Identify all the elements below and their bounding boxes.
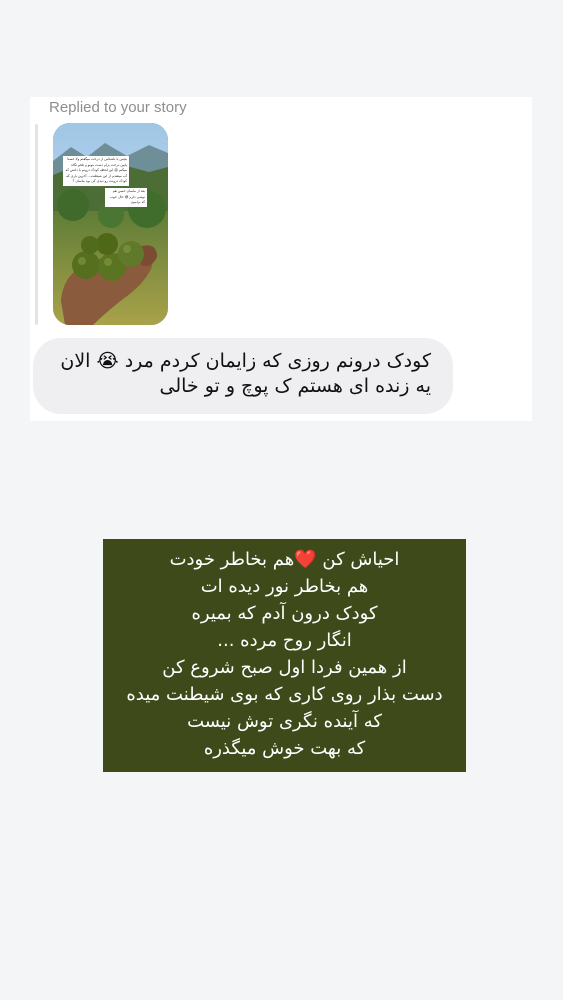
quote-line: هم بخاطر نور دیده ات (200, 576, 369, 597)
quote-line: که آینده نگری توش نیست (187, 711, 382, 732)
story-reply-card: Replied to your story بچش یا ناشناس از د… (30, 97, 532, 421)
quote-card: احیاش کن ❤️هم بخاطر خودت هم بخاطر نور دی… (103, 539, 466, 772)
replied-to-story-label: Replied to your story (49, 99, 187, 116)
message-text: کودک درونم روزی که زایمان کردم مرد 😭 الا… (60, 350, 431, 397)
quote-line: احیاش کن ❤️هم بخاطر خودت (169, 549, 400, 570)
story-preview-caption-tail: بعد از ماسان حسن هم نوشی دارم 😅 حال خوب … (105, 188, 147, 207)
quote-line: که بهت خوش میگذره (203, 738, 366, 759)
quote-line: کودک درون آدم که بمیره (191, 603, 378, 624)
quote-line: دست بذار روی کاری که بوی شیطنت میده (126, 684, 443, 705)
story-preview-caption: بچش یا ناشناس از درخت میگفتم ولا حسنا پا… (63, 156, 129, 186)
message-bubble[interactable]: کودک درونم روزی که زایمان کردم مرد 😭 الا… (33, 338, 453, 414)
reply-quote-bar (35, 124, 38, 325)
story-preview-photo (53, 123, 168, 325)
quote-line: انگار روح مرده ... (217, 630, 352, 651)
quote-text: احیاش کن ❤️هم بخاطر خودت هم بخاطر نور دی… (107, 546, 462, 762)
story-preview-thumbnail[interactable]: بچش یا ناشناس از درخت میگفتم ولا حسنا پا… (53, 123, 168, 325)
quote-line: از همین فردا اول صبح شروع کن (162, 657, 407, 678)
